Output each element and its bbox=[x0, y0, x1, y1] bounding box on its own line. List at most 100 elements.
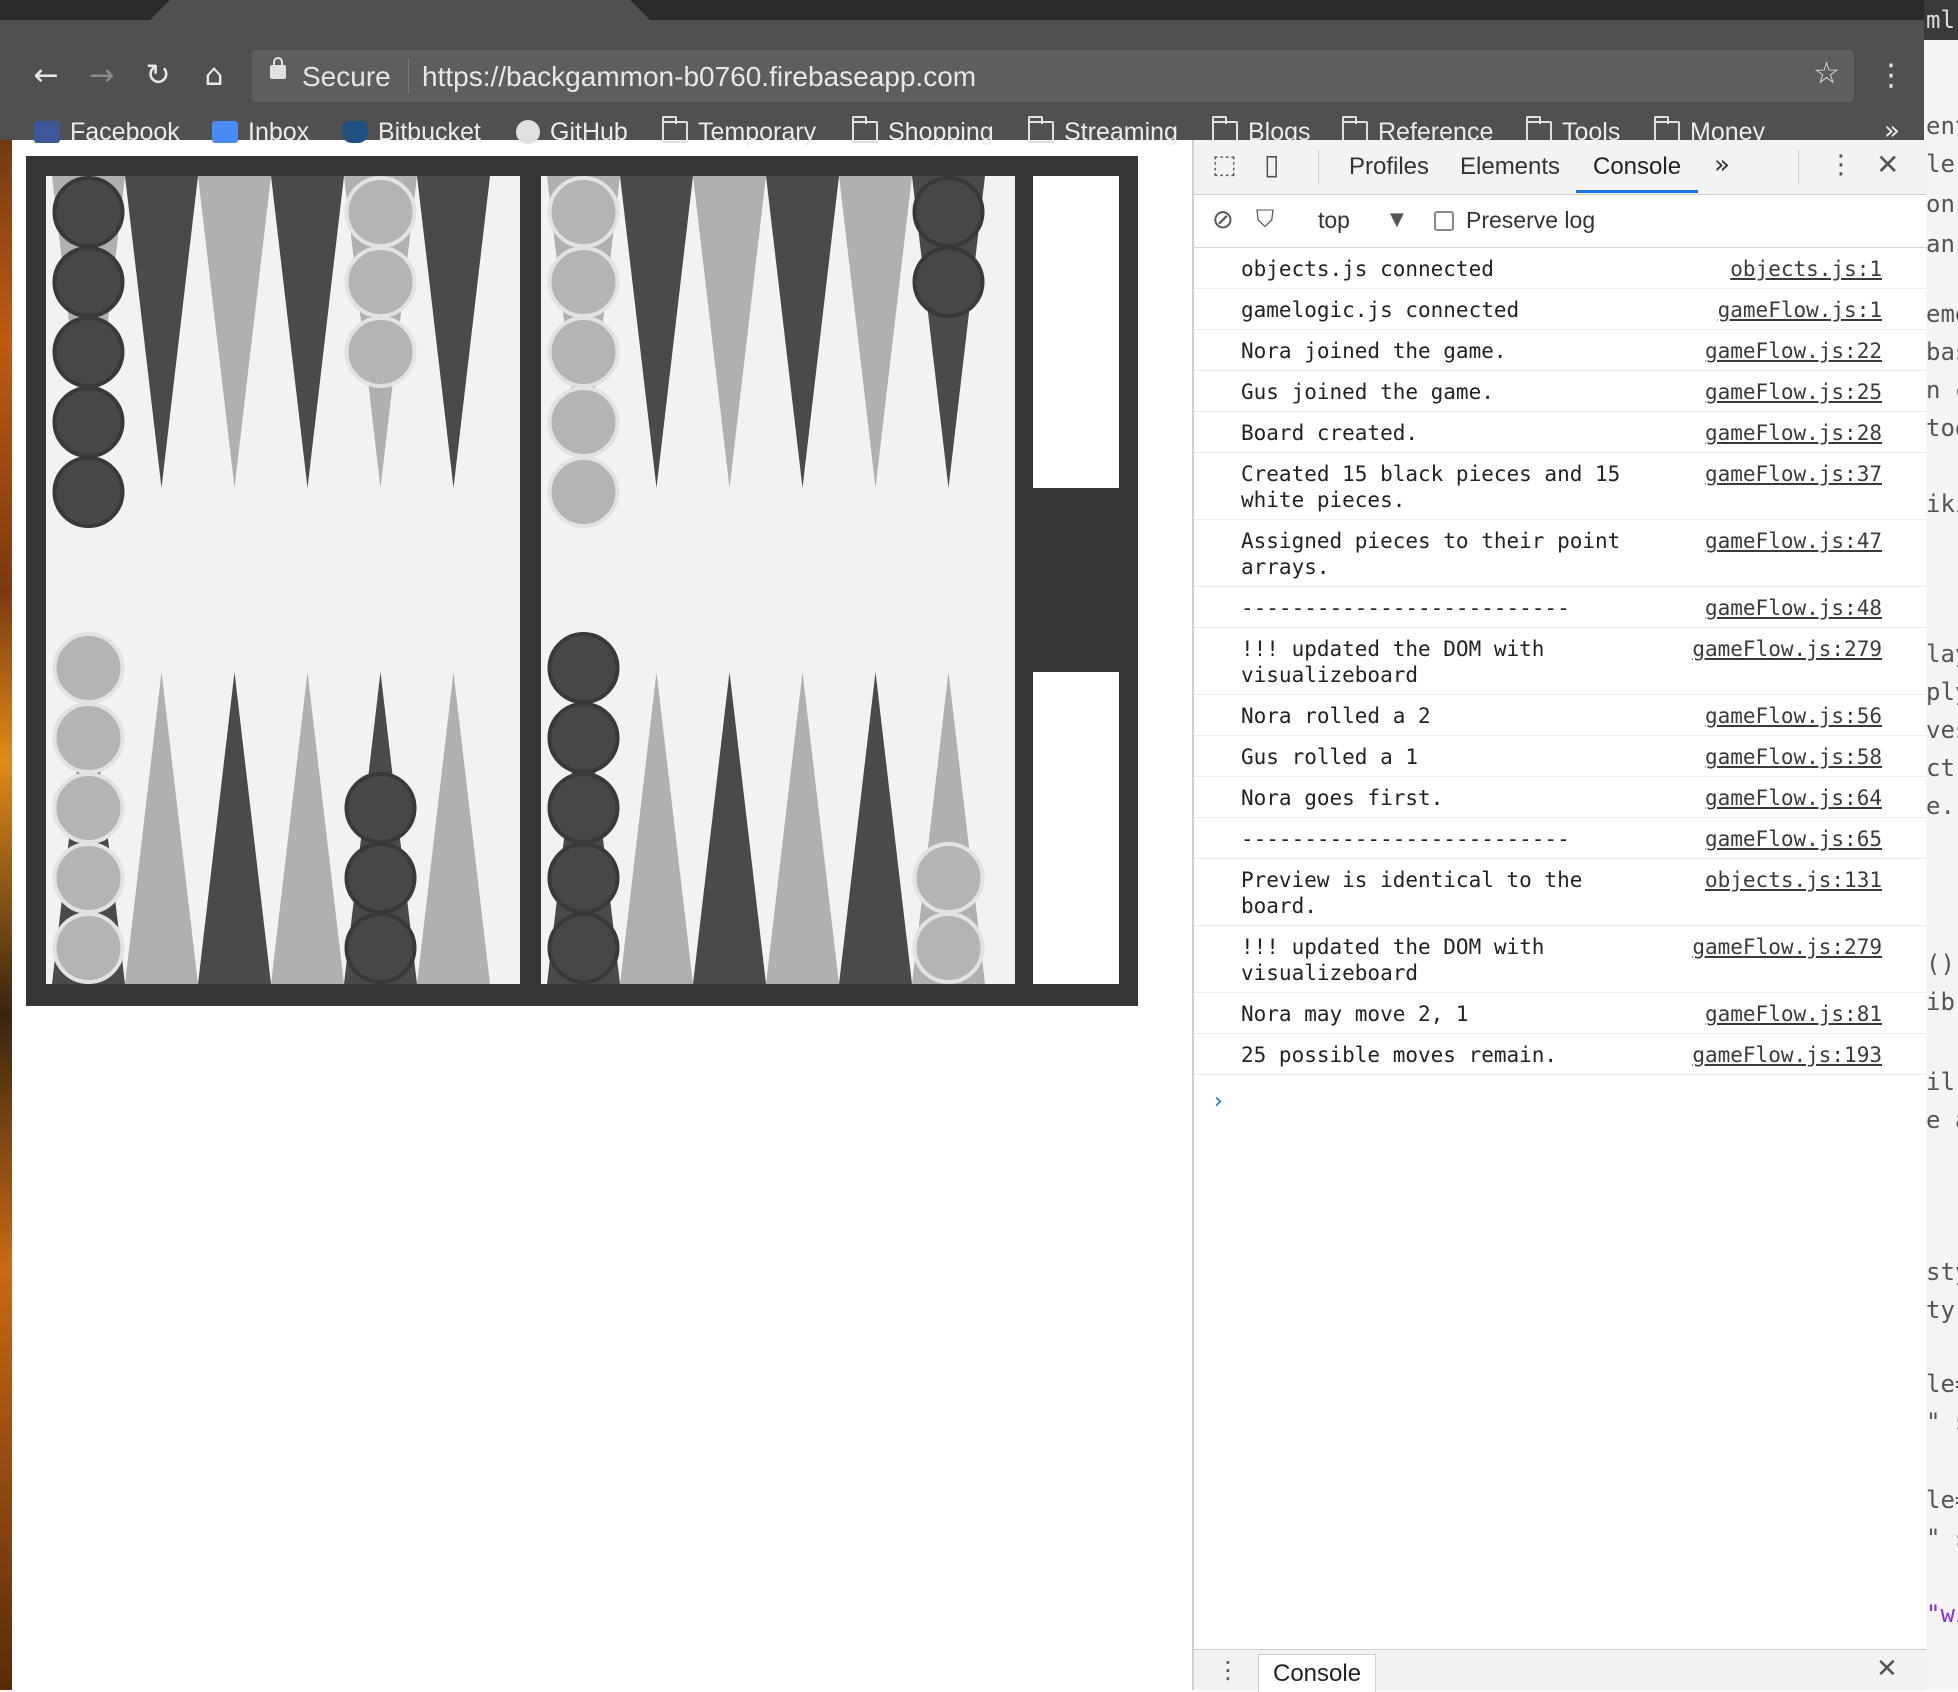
white-checker[interactable] bbox=[52, 842, 125, 914]
board-point[interactable] bbox=[417, 176, 490, 488]
board-point[interactable] bbox=[271, 176, 344, 488]
home-icon[interactable]: ⌂ bbox=[194, 56, 234, 96]
board-point[interactable] bbox=[417, 672, 490, 984]
browser-menu-icon[interactable]: ⋮ bbox=[1876, 58, 1906, 93]
black-checker[interactable] bbox=[52, 316, 125, 388]
close-devtools-icon[interactable]: ✕ bbox=[1876, 148, 1899, 181]
console-source-link[interactable]: gameFlow.js:279 bbox=[1692, 636, 1882, 662]
console-source-link[interactable]: objects.js:131 bbox=[1705, 867, 1882, 893]
board-point[interactable] bbox=[620, 176, 693, 488]
console-source-link[interactable]: objects.js:1 bbox=[1730, 256, 1882, 282]
context-selector[interactable]: top bbox=[1318, 207, 1350, 234]
drawer-menu-icon[interactable]: ⋮ bbox=[1216, 1656, 1240, 1684]
board-point[interactable] bbox=[766, 672, 839, 984]
black-checker[interactable] bbox=[547, 912, 620, 984]
console-source-link[interactable]: gameFlow.js:58 bbox=[1705, 744, 1882, 770]
forward-icon[interactable]: → bbox=[82, 56, 122, 96]
bookmark-temporary[interactable]: Temporary bbox=[662, 116, 816, 148]
bear-off-bottom[interactable] bbox=[1033, 672, 1119, 984]
console-message: Created 15 black pieces and 15 white pie… bbox=[1194, 453, 1926, 520]
console-source-link[interactable]: gameFlow.js:47 bbox=[1705, 528, 1882, 554]
preserve-log-checkbox[interactable] bbox=[1434, 211, 1454, 231]
console-source-link[interactable]: gameFlow.js:65 bbox=[1705, 826, 1882, 852]
tab-profiles[interactable]: Profiles bbox=[1349, 153, 1429, 181]
black-checker[interactable] bbox=[547, 772, 620, 844]
black-checker[interactable] bbox=[344, 842, 417, 914]
black-checker[interactable] bbox=[912, 246, 985, 318]
clear-console-icon[interactable]: ⊘ bbox=[1212, 205, 1234, 235]
bookmark-streaming[interactable]: Streaming bbox=[1028, 116, 1178, 148]
tab-elements[interactable]: Elements bbox=[1460, 153, 1560, 181]
white-checker[interactable] bbox=[547, 386, 620, 458]
console-source-link[interactable]: gameFlow.js:22 bbox=[1705, 338, 1882, 364]
device-toolbar-icon[interactable]: ▯ bbox=[1264, 148, 1279, 181]
white-checker[interactable] bbox=[547, 316, 620, 388]
inspect-element-icon[interactable]: ⬚ bbox=[1212, 150, 1237, 180]
console-source-link[interactable]: gameFlow.js:1 bbox=[1718, 297, 1882, 323]
white-checker[interactable] bbox=[912, 912, 985, 984]
board-point[interactable] bbox=[693, 176, 766, 488]
console-source-link[interactable]: gameFlow.js:279 bbox=[1692, 934, 1882, 960]
white-checker[interactable] bbox=[52, 632, 125, 704]
black-checker[interactable] bbox=[547, 842, 620, 914]
console-source-link[interactable]: gameFlow.js:48 bbox=[1705, 595, 1882, 621]
console-source-link[interactable]: gameFlow.js:25 bbox=[1705, 379, 1882, 405]
board-point[interactable] bbox=[125, 672, 198, 984]
bookmark-star-icon[interactable]: ☆ bbox=[1813, 56, 1840, 91]
board-point[interactable] bbox=[693, 672, 766, 984]
white-checker[interactable] bbox=[547, 246, 620, 318]
tabbar-divider bbox=[1318, 150, 1319, 184]
black-checker[interactable] bbox=[344, 912, 417, 984]
bookmark-github[interactable]: GitHub bbox=[516, 116, 628, 148]
white-checker[interactable] bbox=[547, 456, 620, 528]
url-text[interactable]: https://backgammon-b0760.firebaseapp.com bbox=[422, 61, 976, 93]
black-checker[interactable] bbox=[547, 632, 620, 704]
bookmark-shopping[interactable]: Shopping bbox=[852, 116, 994, 148]
bookmark-inbox[interactable]: Inbox bbox=[212, 116, 309, 148]
address-bar[interactable]: Secure https://backgammon-b0760.firebase… bbox=[252, 50, 1854, 102]
black-checker[interactable] bbox=[547, 702, 620, 774]
board-point[interactable] bbox=[620, 672, 693, 984]
board-point[interactable] bbox=[766, 176, 839, 488]
black-checker[interactable] bbox=[52, 456, 125, 528]
console-source-link[interactable]: gameFlow.js:37 bbox=[1705, 461, 1882, 487]
bear-off-top[interactable] bbox=[1033, 176, 1119, 488]
chevron-down-icon[interactable]: ▼ bbox=[1390, 209, 1404, 230]
board-point[interactable] bbox=[839, 176, 912, 488]
devtools-menu-icon[interactable]: ⋮ bbox=[1828, 150, 1854, 180]
filter-icon[interactable]: ⛉ bbox=[1256, 205, 1274, 233]
more-tabs-icon[interactable]: » bbox=[1714, 150, 1730, 180]
console-source-link[interactable]: gameFlow.js:193 bbox=[1692, 1042, 1882, 1068]
white-checker[interactable] bbox=[52, 702, 125, 774]
console-source-link[interactable]: gameFlow.js:64 bbox=[1705, 785, 1882, 811]
board-point[interactable] bbox=[125, 176, 198, 488]
black-checker[interactable] bbox=[52, 176, 125, 248]
drawer-tab-console[interactable]: Console bbox=[1258, 1654, 1377, 1692]
board-point[interactable] bbox=[198, 672, 271, 984]
back-icon[interactable]: ← bbox=[26, 56, 66, 96]
white-checker[interactable] bbox=[52, 772, 125, 844]
board-point[interactable] bbox=[839, 672, 912, 984]
bookmark-facebook[interactable]: Facebook bbox=[34, 116, 180, 148]
board-point[interactable] bbox=[198, 176, 271, 488]
active-tab[interactable] bbox=[150, 0, 650, 20]
board-point[interactable] bbox=[271, 672, 344, 984]
tab-console[interactable]: Console bbox=[1593, 153, 1681, 181]
black-checker[interactable] bbox=[912, 176, 985, 248]
console-prompt[interactable]: › bbox=[1214, 1089, 1223, 1114]
white-checker[interactable] bbox=[344, 246, 417, 318]
white-checker[interactable] bbox=[912, 842, 985, 914]
black-checker[interactable] bbox=[344, 772, 417, 844]
console-source-link[interactable]: gameFlow.js:28 bbox=[1705, 420, 1882, 446]
white-checker[interactable] bbox=[344, 176, 417, 248]
white-checker[interactable] bbox=[52, 912, 125, 984]
console-source-link[interactable]: gameFlow.js:81 bbox=[1705, 1001, 1882, 1027]
white-checker[interactable] bbox=[344, 316, 417, 388]
black-checker[interactable] bbox=[52, 246, 125, 318]
reload-icon[interactable]: ↻ bbox=[138, 56, 178, 96]
white-checker[interactable] bbox=[547, 176, 620, 248]
console-source-link[interactable]: gameFlow.js:56 bbox=[1705, 703, 1882, 729]
close-drawer-icon[interactable]: ✕ bbox=[1876, 1654, 1898, 1684]
black-checker[interactable] bbox=[52, 386, 125, 458]
bookmark-bitbucket[interactable]: Bitbucket bbox=[342, 116, 481, 148]
